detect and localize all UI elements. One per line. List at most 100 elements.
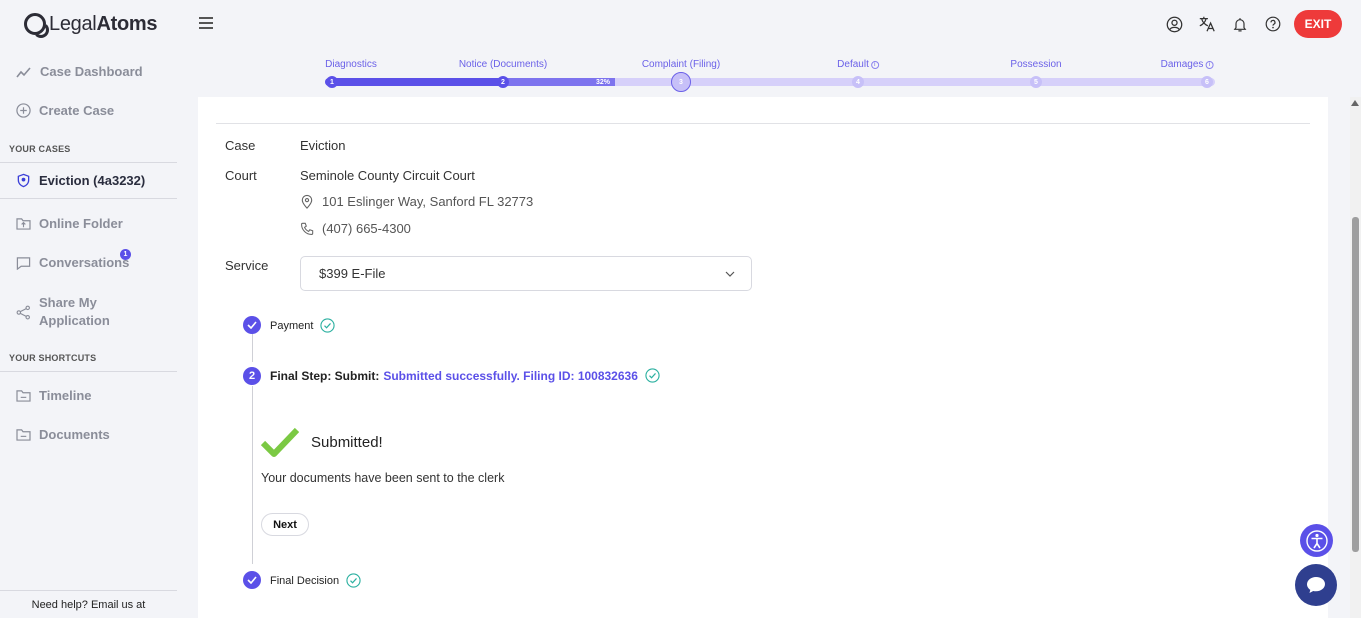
logo-icon xyxy=(24,13,49,38)
sidebar-item-label: Share My Application xyxy=(39,295,110,328)
final-decision-step-check xyxy=(243,571,261,589)
sidebar-item-active-case[interactable]: Eviction (4a3232) xyxy=(16,173,145,188)
info-icon: i xyxy=(870,61,879,69)
your-cases-heading: YOUR CASES xyxy=(9,144,71,154)
sidebar-item-conversations[interactable]: Conversations xyxy=(16,255,129,270)
case-label: Case xyxy=(225,138,256,153)
exit-button[interactable]: EXIT xyxy=(1294,10,1342,38)
header-actions xyxy=(1164,14,1283,34)
share-icon xyxy=(16,305,30,319)
folder-icon xyxy=(16,390,31,402)
payment-step[interactable]: Payment xyxy=(270,318,336,333)
sidebar-item-timeline[interactable]: Timeline xyxy=(16,388,92,403)
step-node-4[interactable]: 4 xyxy=(852,76,864,88)
progress-bar: 32% 1 2 3 4 5 6 xyxy=(325,72,1215,92)
final-step-label: Final Step: Submit: xyxy=(270,368,380,383)
scrollbar-thumb[interactable] xyxy=(1352,217,1359,552)
trend-icon xyxy=(16,66,31,77)
sidebar-item-case-dashboard[interactable]: Case Dashboard xyxy=(16,64,143,79)
step-label-complaint[interactable]: Complaint (Filing) xyxy=(642,59,720,70)
service-label: Service xyxy=(225,258,269,273)
folder-icon xyxy=(16,429,31,441)
final-step[interactable]: Final Step: Submit: Submitted successful… xyxy=(270,368,660,383)
submitted-message: Your documents have been sent to the cle… xyxy=(261,471,505,485)
divider xyxy=(0,371,177,372)
plus-circle-icon xyxy=(16,103,31,118)
help-footer: Need help? Email us at xyxy=(0,590,177,611)
step-label-notice[interactable]: Notice (Documents) xyxy=(459,59,547,70)
step-node-1[interactable]: 1 xyxy=(326,76,338,88)
help-icon[interactable] xyxy=(1263,14,1283,34)
court-phone-text[interactable]: (407) 665-4300 xyxy=(322,221,411,236)
divider xyxy=(0,162,177,163)
step-connector xyxy=(252,333,253,362)
court-address-text: 101 Eslinger Way, Sanford FL 32773 xyxy=(322,194,534,209)
success-checkmark-icon xyxy=(261,427,299,457)
submitted-title: Submitted! xyxy=(311,433,383,451)
app-logo[interactable]: LegalAtoms xyxy=(24,12,158,38)
step-node-2[interactable]: 2 xyxy=(497,76,509,88)
chevron-down-icon xyxy=(725,271,735,277)
location-pin-icon xyxy=(301,194,313,209)
step-node-5[interactable]: 5 xyxy=(1030,76,1042,88)
sidebar-item-label: Eviction (4a3232) xyxy=(39,173,146,188)
final-decision-label: Final Decision xyxy=(270,574,340,587)
service-select-value: $399 E-File xyxy=(319,266,386,281)
sidebar-item-label: Online Folder xyxy=(39,216,123,231)
step-label-default[interactable]: Default i xyxy=(837,59,879,70)
sidebar-item-label: Timeline xyxy=(39,388,92,403)
case-value: Eviction xyxy=(300,138,346,153)
step-connector xyxy=(252,386,253,564)
info-icon: i xyxy=(1205,61,1214,69)
step-label-possession[interactable]: Possession xyxy=(1010,59,1061,70)
step-node-3[interactable]: 3 xyxy=(671,72,691,92)
phone-icon xyxy=(301,222,314,235)
sidebar: Case Dashboard Create Case YOUR CASES Ev… xyxy=(0,55,177,618)
sidebar-item-label: Documents xyxy=(39,427,110,442)
step-label-damages[interactable]: Damages i xyxy=(1161,59,1214,70)
court-name: Seminole County Circuit Court xyxy=(300,168,475,183)
step-label-diagnostics[interactable]: Diagnostics xyxy=(325,59,377,70)
shield-icon xyxy=(17,173,30,188)
court-phone: (407) 665-4300 xyxy=(300,221,411,236)
final-decision-step[interactable]: Final Decision xyxy=(270,573,361,588)
user-icon[interactable] xyxy=(1164,14,1184,34)
progress-fill xyxy=(325,78,509,86)
progress-percent: 32% xyxy=(596,79,611,86)
sidebar-item-share[interactable]: Share My Application xyxy=(16,294,110,330)
folder-icon xyxy=(16,218,31,230)
submitted-confirmation: Submitted! xyxy=(261,427,383,457)
court-address: 101 Eslinger Way, Sanford FL 32773 xyxy=(300,194,533,209)
chat-widget-button[interactable] xyxy=(1295,564,1337,606)
divider xyxy=(216,123,1310,124)
chat-bubble-icon xyxy=(16,256,31,270)
accessibility-icon xyxy=(1305,529,1328,552)
divider xyxy=(0,198,177,199)
sidebar-item-documents[interactable]: Documents xyxy=(16,427,110,442)
your-shortcuts-heading: YOUR SHORTCUTS xyxy=(9,353,97,363)
next-button[interactable]: Next xyxy=(261,513,309,536)
sidebar-item-create-case[interactable]: Create Case xyxy=(16,103,114,118)
payment-step-label: Payment xyxy=(270,319,314,332)
translate-icon[interactable] xyxy=(1197,14,1217,34)
menu-toggle-icon[interactable] xyxy=(199,17,213,29)
unread-badge: 1 xyxy=(120,249,131,260)
final-step-number: 2 xyxy=(243,367,261,385)
sidebar-item-online-folder[interactable]: Online Folder xyxy=(16,216,123,231)
service-select[interactable]: $399 E-File xyxy=(300,256,752,291)
check-circle-icon xyxy=(645,368,660,383)
sidebar-item-label: Create Case xyxy=(39,103,115,118)
bell-icon[interactable] xyxy=(1230,14,1250,34)
main-panel: Case Eviction Court Seminole County Circ… xyxy=(198,97,1328,618)
chat-icon xyxy=(1307,577,1325,593)
step-node-6[interactable]: 6 xyxy=(1201,76,1213,88)
sidebar-item-label: Conversations xyxy=(39,255,130,270)
accessibility-button[interactable] xyxy=(1300,524,1333,557)
logo-text: LegalAtoms xyxy=(49,12,158,35)
payment-step-check xyxy=(243,316,261,334)
sidebar-item-label: Case Dashboard xyxy=(40,64,143,79)
final-step-status: Submitted successfully. Filing ID: 10083… xyxy=(383,368,638,383)
scroll-up-arrow-icon[interactable] xyxy=(1351,100,1359,106)
check-circle-icon xyxy=(346,573,361,588)
check-circle-icon xyxy=(320,318,336,333)
